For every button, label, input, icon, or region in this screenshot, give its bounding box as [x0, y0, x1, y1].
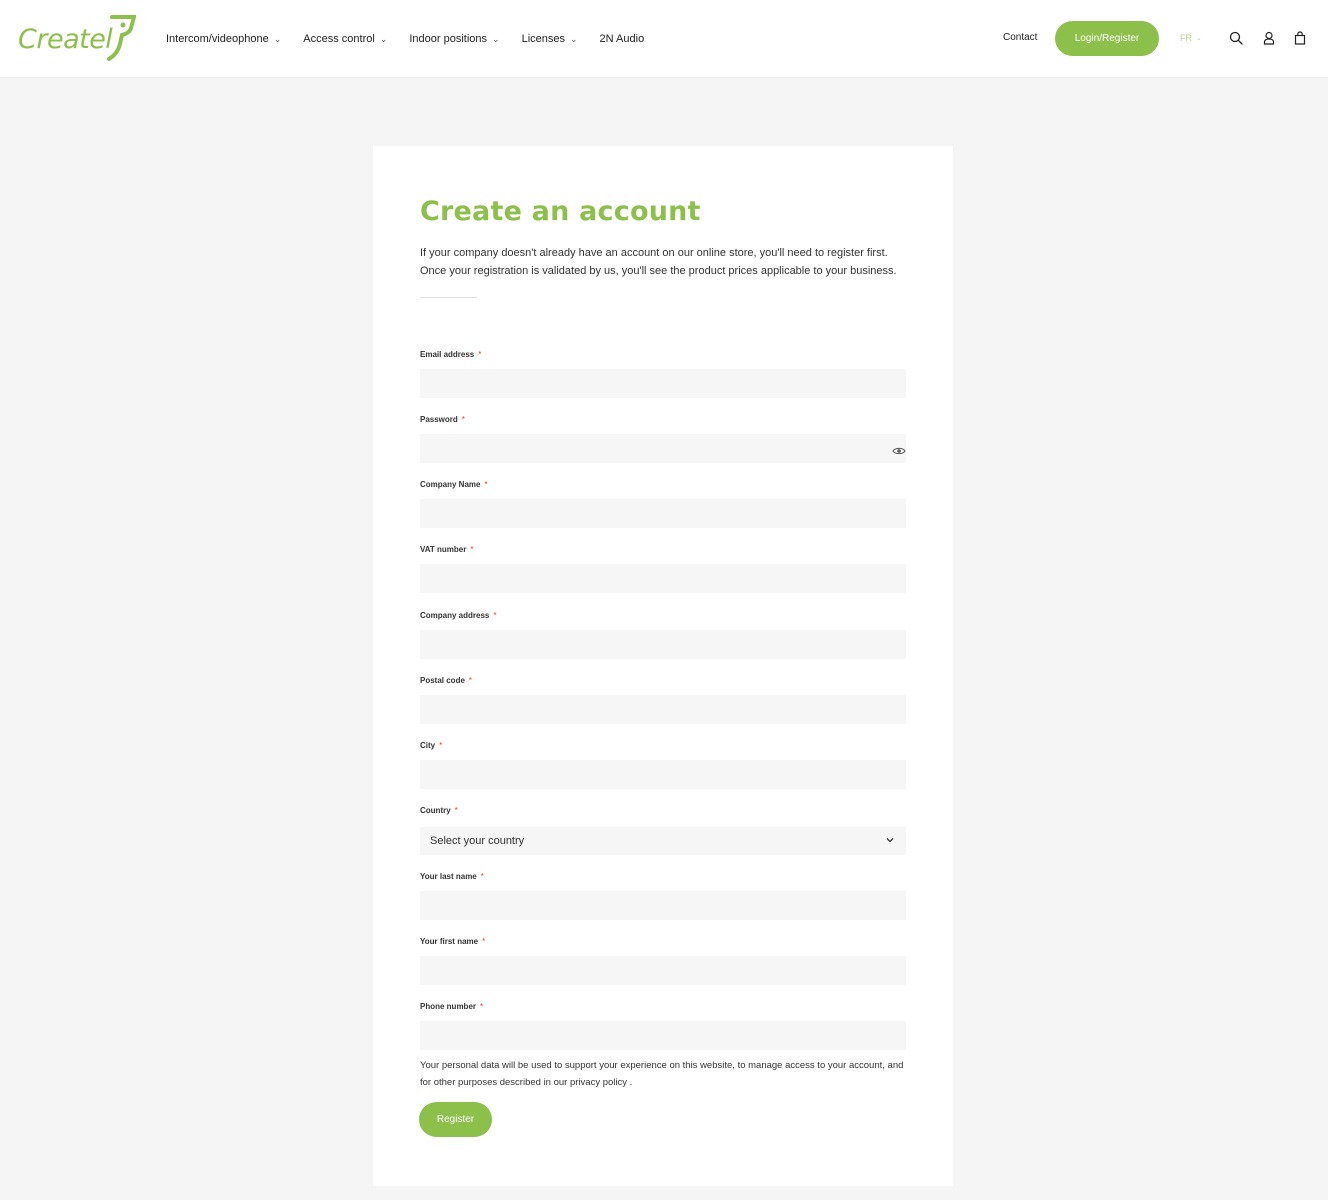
country-select[interactable]: Select your country — [420, 827, 906, 855]
eye-icon[interactable] — [892, 446, 906, 456]
logo-text: Createl — [18, 23, 113, 55]
chevron-down-icon: ⌄ — [379, 33, 388, 44]
page-title: Create an account — [420, 196, 701, 227]
login-register-button[interactable]: Login/Register — [1055, 21, 1159, 56]
nav-item-label: 2N Audio — [599, 33, 645, 45]
cart-icon[interactable] — [1293, 31, 1307, 45]
logo-mark-icon — [107, 15, 136, 61]
country-select-value: Select your country — [430, 835, 525, 847]
user-icon[interactable] — [1262, 31, 1276, 45]
password-field[interactable] — [420, 434, 906, 463]
company-address-label: Company address * — [420, 611, 497, 620]
postal-code-field[interactable] — [420, 695, 906, 724]
first-name-label: Your first name * — [420, 937, 486, 946]
privacy-policy-link[interactable]: privacy policy — [570, 1077, 627, 1088]
intro-text: If your company doesn't already have an … — [420, 247, 897, 277]
nav-item-indoor-positions[interactable]: Indoor positions ⌄ — [409, 33, 499, 45]
nav-item-access-control[interactable]: Access control ⌄ — [303, 33, 387, 45]
registration-card: Create an account If your company doesn'… — [373, 146, 953, 1186]
nav-item-licenses[interactable]: Licenses ⌄ — [522, 33, 578, 45]
nav-item-label: Access control — [303, 33, 375, 45]
main-nav: Intercom/videophone ⌄ Access control ⌄ I… — [166, 30, 666, 48]
nav-item-label: Indoor positions — [409, 33, 488, 45]
chevron-down-icon: ⌄ — [570, 33, 578, 44]
first-name-field[interactable] — [420, 956, 906, 985]
phone-number-field[interactable] — [420, 1021, 906, 1050]
company-address-field[interactable] — [420, 630, 906, 659]
city-label: City * — [420, 741, 443, 750]
privacy-notice: Your personal data will be used to suppo… — [420, 1060, 904, 1088]
language-selector[interactable]: FR ⌄ — [1180, 33, 1202, 43]
last-name-field[interactable] — [420, 891, 906, 920]
register-button[interactable]: Register — [419, 1102, 492, 1137]
nav-item-label: Licenses — [521, 33, 565, 45]
chevron-down-icon: ⌄ — [492, 33, 500, 44]
vat-number-label: VAT number * — [420, 545, 474, 554]
country-label: Country * — [420, 806, 458, 815]
last-name-label: Your last name * — [420, 872, 484, 881]
city-field[interactable] — [420, 760, 906, 789]
language-label: FR — [1180, 33, 1192, 43]
nav-item-label: Intercom/videophone — [166, 33, 269, 45]
phone-number-label: Phone number * — [420, 1002, 484, 1011]
postal-code-label: Postal code * — [420, 676, 473, 685]
vat-number-field[interactable] — [420, 564, 906, 593]
company-name-field[interactable] — [420, 499, 906, 528]
contact-link[interactable]: Contact — [1003, 32, 1037, 43]
chevron-down-icon — [886, 838, 894, 843]
email-field[interactable] — [420, 369, 906, 398]
nav-item-intercom[interactable]: Intercom/videophone ⌄ — [166, 33, 281, 45]
password-label: Password * — [420, 415, 465, 424]
divider — [420, 297, 477, 298]
brand-logo[interactable]: Createl — [18, 14, 136, 64]
company-name-label: Company Name * — [420, 480, 488, 489]
chevron-down-icon: ⌄ — [1196, 35, 1202, 42]
email-label: Email address * — [420, 350, 482, 359]
nav-item-2n-audio[interactable]: 2N Audio — [600, 33, 645, 45]
site-header: Createl Intercom/videophone ⌄ Access con… — [0, 0, 1328, 78]
chevron-down-icon: ⌄ — [273, 33, 282, 44]
search-icon[interactable] — [1229, 31, 1243, 45]
